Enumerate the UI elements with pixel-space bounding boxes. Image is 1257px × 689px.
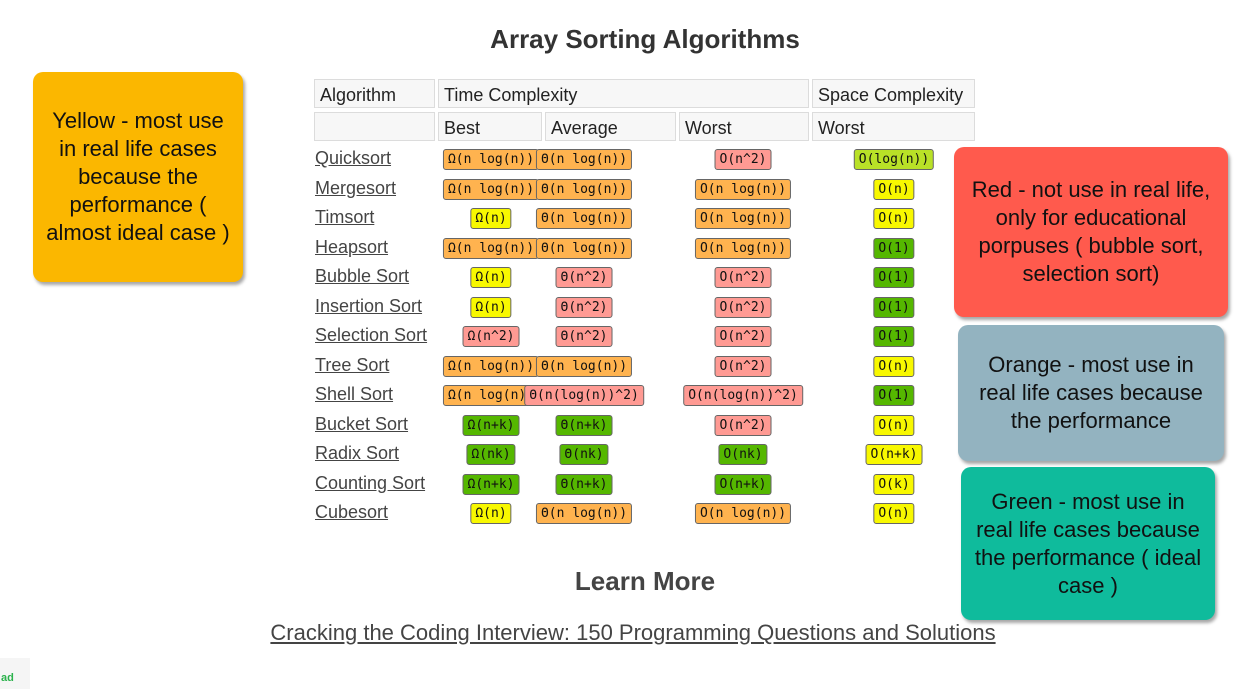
complexity-badge-worst: O(n^2) xyxy=(714,296,772,318)
complexity-badge-average: Θ(n log(n)) xyxy=(535,237,633,259)
complexity-badge-average: Θ(n log(n)) xyxy=(535,503,633,524)
algorithm-link[interactable]: Cubesort xyxy=(315,502,388,523)
header-best: Best xyxy=(438,112,542,141)
complexity-badge-average: Θ(n+k) xyxy=(555,414,613,436)
header-space-complexity: Space Complexity xyxy=(812,79,975,108)
complexity-badge-space: O(1) xyxy=(873,267,915,288)
complexity-badge-space: O(n) xyxy=(873,414,915,436)
complexity-badge-best: Ω(n+k) xyxy=(462,414,520,436)
complexity-badge-average: Θ(n^2) xyxy=(555,296,613,318)
note-yellow-text: Yellow - most use in real life cases bec… xyxy=(46,108,230,245)
note-orange-text: Orange - most use in real life cases bec… xyxy=(979,352,1203,433)
algorithm-link[interactable]: Insertion Sort xyxy=(315,296,422,317)
complexity-badge-space: O(1) xyxy=(873,296,915,318)
note-green: Green - most use in real life cases beca… xyxy=(961,467,1215,620)
header-time-complexity: Time Complexity xyxy=(438,79,809,108)
ad-badge[interactable]: ad xyxy=(0,658,30,689)
complexity-badge-best: Ω(n) xyxy=(470,296,512,318)
algorithm-link[interactable]: Bucket Sort xyxy=(315,414,408,435)
complexity-badge-average: Θ(n(log(n))^2) xyxy=(524,385,644,406)
note-yellow: Yellow - most use in real life cases bec… xyxy=(33,72,243,282)
complexity-badge-average: Θ(n^2) xyxy=(555,267,613,288)
complexity-badge-average: Θ(nk) xyxy=(559,444,609,465)
complexity-badge-best: Ω(n log(n)) xyxy=(442,149,540,170)
algorithm-link[interactable]: Counting Sort xyxy=(315,473,425,494)
complexity-badge-worst: O(n^2) xyxy=(714,326,772,347)
complexity-badge-space: O(n+k) xyxy=(865,444,923,465)
algorithm-link[interactable]: Heapsort xyxy=(315,237,388,258)
book-link[interactable]: Cracking the Coding Interview: 150 Progr… xyxy=(0,620,1257,646)
header-space-worst: Worst xyxy=(812,112,975,141)
algorithm-link[interactable]: Radix Sort xyxy=(315,443,399,464)
header-average: Average xyxy=(545,112,676,141)
algorithm-link[interactable]: Timsort xyxy=(315,207,374,228)
algorithm-link[interactable]: Bubble Sort xyxy=(315,266,409,287)
complexity-badge-worst: O(n log(n)) xyxy=(694,237,792,259)
complexity-badge-space: O(log(n)) xyxy=(853,149,935,170)
complexity-badge-worst: O(n^2) xyxy=(714,267,772,288)
complexity-badge-worst: O(n(log(n))^2) xyxy=(683,385,803,406)
complexity-badge-space: O(n) xyxy=(873,178,915,200)
algorithm-link[interactable]: Quicksort xyxy=(315,148,391,169)
complexity-badge-best: Ω(n+k) xyxy=(462,473,520,495)
complexity-badge-space: O(1) xyxy=(873,237,915,259)
complexity-badge-worst: O(nk) xyxy=(718,444,768,465)
complexity-badge-best: Ω(n) xyxy=(470,267,512,288)
complexity-badge-average: Θ(n+k) xyxy=(555,473,613,495)
complexity-badge-average: Θ(n^2) xyxy=(555,326,613,347)
note-red-text: Red - not use in real life, only for edu… xyxy=(971,177,1211,286)
learn-more-heading: Learn More xyxy=(574,566,716,596)
complexity-badge-space: O(1) xyxy=(873,385,915,406)
note-orange: Orange - most use in real life cases bec… xyxy=(958,325,1224,461)
complexity-badge-space: O(1) xyxy=(873,326,915,347)
complexity-badge-space: O(n) xyxy=(873,208,915,229)
complexity-badge-best: Ω(n^2) xyxy=(462,326,520,347)
complexity-badge-space: O(n) xyxy=(873,503,915,524)
complexity-badge-space: O(n) xyxy=(873,355,915,377)
complexity-badge-best: Ω(n log(n)) xyxy=(442,178,540,200)
header-blank xyxy=(314,112,435,141)
complexity-badge-best: Ω(n log(n)) xyxy=(442,355,540,377)
header-worst: Worst xyxy=(679,112,809,141)
complexity-badge-average: Θ(n log(n)) xyxy=(535,178,633,200)
note-red: Red - not use in real life, only for edu… xyxy=(954,147,1228,317)
complexity-badge-worst: O(n log(n)) xyxy=(694,503,792,524)
complexity-badge-space: O(k) xyxy=(873,473,915,495)
complexity-badge-worst: O(n log(n)) xyxy=(694,178,792,200)
algorithm-link[interactable]: Tree Sort xyxy=(315,355,389,376)
header-algorithm: Algorithm xyxy=(314,79,435,108)
algorithm-link[interactable]: Shell Sort xyxy=(315,384,393,405)
complexity-badge-best: Ω(n) xyxy=(470,503,512,524)
algorithm-link[interactable]: Mergesort xyxy=(315,178,396,199)
complexity-badge-average: Θ(n log(n)) xyxy=(535,355,633,377)
complexity-badge-worst: O(n^2) xyxy=(714,149,772,170)
complexity-badge-average: Θ(n log(n)) xyxy=(535,149,633,170)
page-title: Array Sorting Algorithms xyxy=(490,24,800,54)
algorithm-link[interactable]: Selection Sort xyxy=(315,325,427,346)
complexity-badge-best: Ω(nk) xyxy=(466,444,516,465)
complexity-badge-average: Θ(n log(n)) xyxy=(535,208,633,229)
complexity-badge-best: Ω(n log(n)) xyxy=(442,237,540,259)
complexity-badge-worst: O(n^2) xyxy=(714,414,772,436)
complexity-badge-worst: O(n log(n)) xyxy=(694,208,792,229)
complexity-badge-best: Ω(n) xyxy=(470,208,512,229)
complexity-badge-worst: O(n^2) xyxy=(714,355,772,377)
complexity-badge-worst: O(n+k) xyxy=(714,473,772,495)
